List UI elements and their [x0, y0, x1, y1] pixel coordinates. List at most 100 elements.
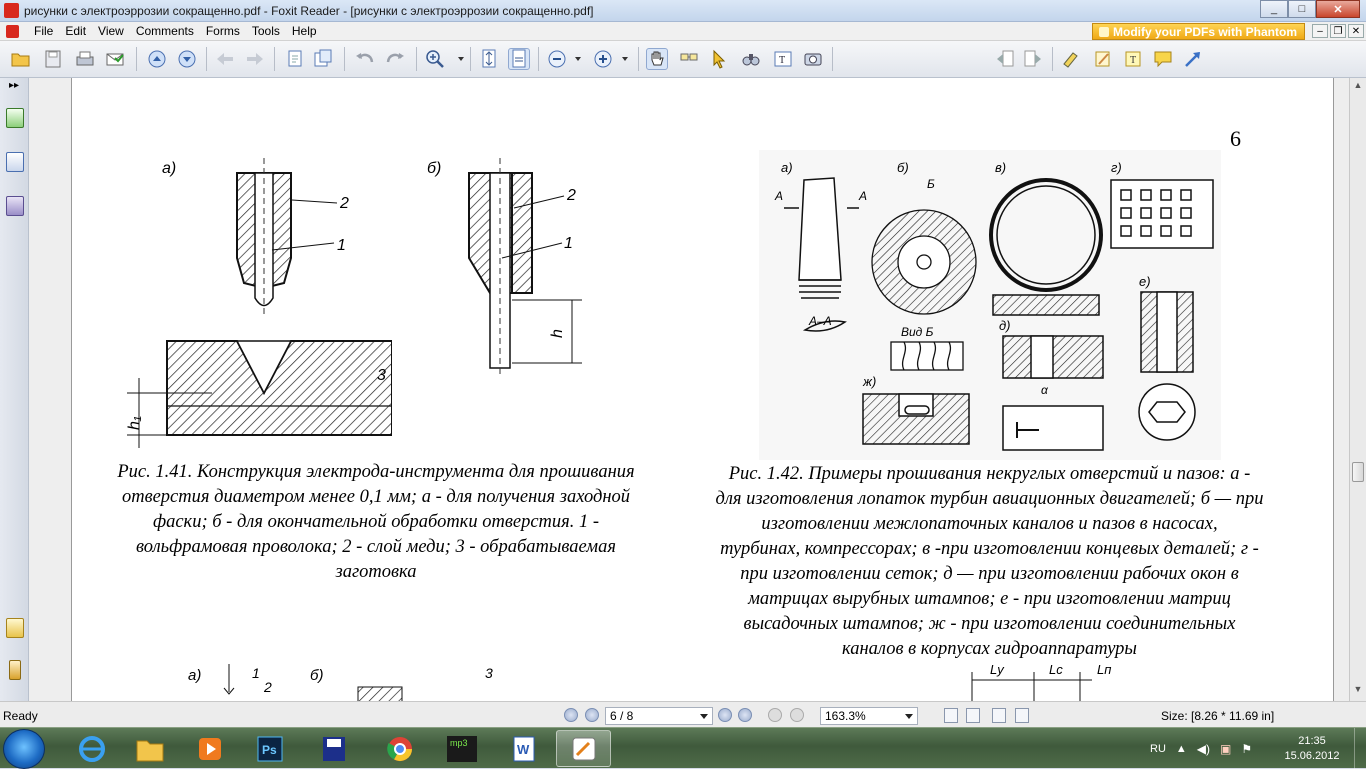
- menu-comments[interactable]: Comments: [130, 24, 200, 39]
- expand-panel-icon[interactable]: ▸▸: [9, 80, 19, 91]
- internet-explorer-icon[interactable]: [64, 730, 119, 767]
- flag-icon[interactable]: ⚑: [1241, 742, 1252, 756]
- undo-icon[interactable]: [354, 48, 376, 70]
- zoom-dropdown-icon[interactable]: [905, 714, 913, 719]
- mp3-cut-icon[interactable]: mp3: [434, 730, 489, 767]
- pointer-icon[interactable]: [708, 48, 730, 70]
- extract-icon[interactable]: [312, 48, 334, 70]
- prev-page-icon[interactable]: [146, 48, 168, 70]
- zoom-selector[interactable]: 163.3%: [820, 707, 918, 725]
- typewriter-icon[interactable]: T: [772, 48, 794, 70]
- fig42-caption-line: высадочных штампов; ж - при изготовлении…: [743, 614, 1236, 634]
- svg-text:T: T: [1130, 55, 1136, 66]
- highlight-icon[interactable]: [1060, 48, 1082, 70]
- pencil-icon[interactable]: [1092, 48, 1114, 70]
- back-icon[interactable]: [214, 48, 236, 70]
- menu-help[interactable]: Help: [286, 24, 323, 39]
- last-page-icon[interactable]: [738, 708, 752, 722]
- open-icon[interactable]: [10, 48, 32, 70]
- next-page-icon[interactable]: [176, 48, 198, 70]
- next-page-nav-icon[interactable]: [718, 708, 732, 722]
- menu-edit[interactable]: Edit: [59, 24, 92, 39]
- zoom-out-icon[interactable]: [546, 48, 568, 70]
- close-button[interactable]: ✕: [1316, 0, 1360, 18]
- fig41-caption: Рис. 1.41. Конструкция электрода-инструм…: [86, 460, 666, 585]
- floppy-save-icon[interactable]: [306, 730, 361, 767]
- continuous-facing-view-icon[interactable]: [1015, 708, 1029, 723]
- foxit-reader-icon[interactable]: [556, 730, 611, 767]
- scroll-thumb[interactable]: [1352, 462, 1364, 482]
- doc-restore-button[interactable]: ❐: [1330, 24, 1346, 38]
- file-manager-icon[interactable]: [122, 730, 177, 767]
- fig42-caption-line: изготовлении межлопаточных каналов и паз…: [761, 514, 1218, 534]
- menu-forms[interactable]: Forms: [200, 24, 246, 39]
- document-view[interactable]: 6 а) 2 1 3 h₁ б) 2 1 h Рис. 1.41. Констр…: [29, 78, 1349, 701]
- continuous-view-icon[interactable]: [966, 708, 980, 723]
- first-page-icon[interactable]: [564, 708, 578, 722]
- volume-icon[interactable]: ◀): [1197, 742, 1210, 756]
- text-select-icon[interactable]: [678, 48, 700, 70]
- phantom-promo-button[interactable]: Modify your PDFs with Phantom: [1092, 23, 1305, 40]
- scroll-up-icon[interactable]: ▲: [1352, 80, 1364, 94]
- clock-time: 21:35: [1298, 735, 1326, 747]
- layers-icon[interactable]: [6, 196, 24, 216]
- fig42-caption-line: матрицах вырубных штампов; е - при изгот…: [748, 589, 1231, 609]
- redo-icon[interactable]: [384, 48, 406, 70]
- page-dropdown-icon[interactable]: [700, 714, 708, 719]
- email-icon[interactable]: [104, 48, 126, 70]
- zoom-in-icon[interactable]: [424, 48, 446, 70]
- nav-back-icon[interactable]: [768, 708, 782, 722]
- word-icon[interactable]: W: [496, 730, 551, 767]
- zoom-in-plus-icon[interactable]: [592, 48, 614, 70]
- find-prev-icon[interactable]: [994, 48, 1016, 70]
- vertical-scrollbar[interactable]: ▲ ▼: [1349, 78, 1366, 701]
- scroll-down-icon[interactable]: ▼: [1352, 684, 1364, 698]
- find-next-icon[interactable]: [1022, 48, 1044, 70]
- hand-tool-icon[interactable]: [646, 48, 668, 70]
- binoculars-icon[interactable]: [740, 48, 762, 70]
- fig42-caption-line: турбинах, компрессорах; в -при изготовле…: [720, 539, 1259, 559]
- attachments-icon[interactable]: [9, 660, 21, 680]
- forward-icon[interactable]: [244, 48, 266, 70]
- single-page-view-icon[interactable]: [944, 708, 958, 723]
- doc-window-buttons: – ❐ ✕: [1310, 24, 1364, 38]
- clock[interactable]: 21:35 15.06.2012: [1276, 734, 1348, 764]
- comments-panel-icon[interactable]: [6, 618, 24, 638]
- network-icon[interactable]: ▣: [1220, 742, 1231, 756]
- pages-icon[interactable]: [6, 152, 24, 172]
- snapshot-icon[interactable]: [802, 48, 824, 70]
- page-selector[interactable]: 6 / 8: [605, 707, 713, 725]
- document-icon[interactable]: [6, 25, 19, 38]
- menu-tools[interactable]: Tools: [246, 24, 286, 39]
- language-icon[interactable]: RU: [1150, 743, 1166, 755]
- text-box-icon[interactable]: T: [1122, 48, 1144, 70]
- pdf-page: 6 а) 2 1 3 h₁ б) 2 1 h Рис. 1.41. Констр…: [71, 78, 1334, 701]
- facing-view-icon[interactable]: [992, 708, 1006, 723]
- foxit-app-icon[interactable]: [4, 3, 19, 18]
- bookmarks-icon[interactable]: [6, 108, 24, 128]
- note-icon[interactable]: [1152, 48, 1174, 70]
- arrow-tool-icon[interactable]: [1182, 48, 1204, 70]
- next-fig-label-lc: Lс: [1049, 662, 1063, 677]
- fit-width-icon[interactable]: [508, 48, 530, 70]
- menu-file[interactable]: File: [28, 24, 59, 39]
- save-icon[interactable]: [42, 48, 64, 70]
- show-hidden-icon[interactable]: ▲: [1176, 743, 1187, 755]
- chrome-icon[interactable]: [372, 730, 427, 767]
- photoshop-icon[interactable]: Ps: [242, 730, 297, 767]
- doc-minimize-button[interactable]: –: [1312, 24, 1328, 38]
- start-button[interactable]: [3, 729, 45, 769]
- electrode-b: [468, 158, 582, 378]
- rotate-icon[interactable]: [284, 48, 306, 70]
- fit-page-icon[interactable]: [478, 48, 500, 70]
- fig41-caption-line: Рис. 1.41. Конструкция электрода-инструм…: [117, 462, 635, 482]
- show-desktop-button[interactable]: [1354, 728, 1366, 769]
- media-player-icon[interactable]: [182, 730, 237, 767]
- doc-close-button[interactable]: ✕: [1348, 24, 1364, 38]
- maximize-button[interactable]: □: [1288, 0, 1316, 18]
- previous-page-icon[interactable]: [585, 708, 599, 722]
- print-icon[interactable]: [74, 48, 96, 70]
- nav-forward-icon[interactable]: [790, 708, 804, 722]
- minimize-button[interactable]: _: [1260, 0, 1288, 18]
- menu-view[interactable]: View: [92, 24, 130, 39]
